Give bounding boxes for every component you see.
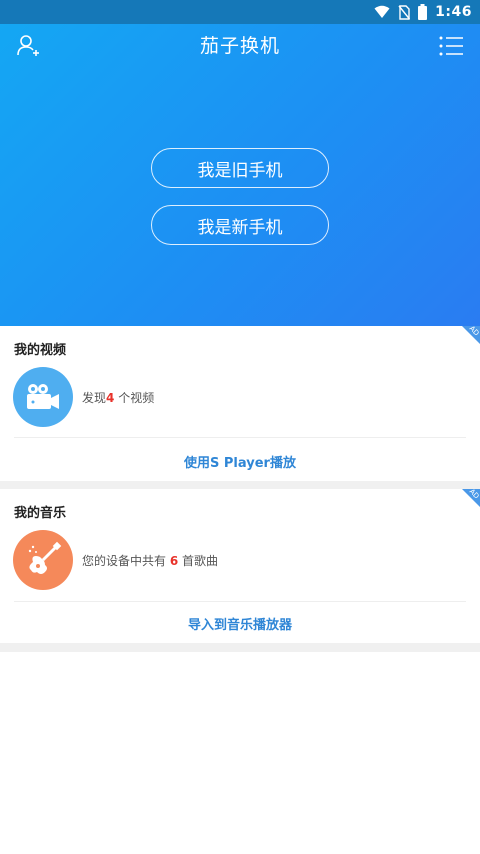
page-title: 茄子换机 — [199, 35, 280, 57]
section-gap — [0, 643, 480, 652]
divider — [14, 437, 466, 438]
video-card-title: 我的视频 — [14, 343, 67, 358]
video-camera-icon — [13, 367, 73, 427]
video-card: AD 我的视频 发现4 个视频 使用S Player播放 — [0, 326, 480, 481]
video-info-prefix: 发现 — [82, 391, 107, 405]
ad-badge: AD — [462, 489, 480, 507]
section-gap — [0, 481, 480, 489]
music-card: AD 我的音乐 您的设备中共有 6 首歌曲 导入到音乐播放器 — [0, 489, 480, 643]
wifi-icon — [374, 5, 390, 18]
music-info-suffix: 首歌曲 — [178, 554, 219, 568]
menu-list-icon[interactable] — [438, 33, 464, 59]
battery-icon — [418, 4, 428, 20]
status-bar: 1:46 — [0, 0, 480, 24]
import-to-music-player-button[interactable]: 导入到音乐播放器 — [0, 614, 480, 633]
play-with-splayer-button[interactable]: 使用S Player播放 — [0, 452, 480, 471]
song-count: 6 — [169, 554, 179, 568]
guitar-glyph — [28, 541, 62, 574]
old-phone-button[interactable]: 我是旧手机 — [151, 148, 329, 188]
status-icons: 1:46 — [374, 0, 472, 24]
video-info-suffix: 个视频 — [114, 391, 155, 405]
divider — [14, 601, 466, 602]
music-info-prefix: 您的设备中共有 — [82, 554, 170, 568]
music-card-title: 我的音乐 — [14, 506, 67, 521]
new-phone-button[interactable]: 我是新手机 — [151, 205, 329, 245]
video-camera-glyph — [27, 384, 59, 409]
ad-badge: AD — [462, 326, 480, 344]
video-count-text: 发现4 个视频 — [82, 389, 154, 406]
song-count-text: 您的设备中共有 6 首歌曲 — [82, 552, 218, 569]
status-time: 1:46 — [435, 4, 472, 20]
no-sim-icon — [398, 4, 411, 20]
guitar-icon — [13, 530, 73, 590]
